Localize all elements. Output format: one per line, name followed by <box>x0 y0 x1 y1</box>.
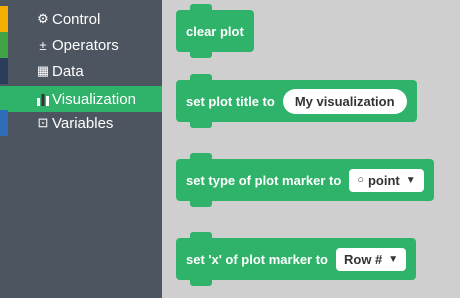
chevron-down-icon: ▼ <box>405 174 416 186</box>
dropdown-value: Row # <box>344 251 383 267</box>
marker-x-dropdown[interactable]: Row # ▼ <box>336 247 407 271</box>
category-color-stripe <box>0 6 8 32</box>
block-connector <box>190 4 212 12</box>
block-text: clear plot <box>186 23 244 39</box>
category-color-stripe <box>0 86 8 112</box>
block-connector <box>190 74 212 82</box>
category-color-stripe <box>0 110 8 136</box>
plus-minus-icon: ± <box>39 37 47 53</box>
category-label: Visualization <box>52 90 136 108</box>
block-connector <box>190 120 212 128</box>
category-sidebar: ⚙ Control ± Operators ▦ Data Visualizati… <box>0 0 162 298</box>
category-label: Operators <box>52 36 119 54</box>
category-operators[interactable]: ± Operators <box>0 32 162 58</box>
block-connector <box>190 50 212 58</box>
chevron-down-icon: ▼ <box>388 253 399 265</box>
category-variables[interactable]: ⊡ Variables <box>0 110 162 136</box>
marker-type-dropdown[interactable]: ○ point ▼ <box>349 168 424 192</box>
category-color-stripe <box>0 58 8 84</box>
bar-chart-icon <box>36 92 50 106</box>
block-text: set 'x' of plot marker to <box>186 251 328 267</box>
gear-icon: ⚙ <box>37 11 49 26</box>
table-icon: ▦ <box>36 63 50 78</box>
category-label: Variables <box>52 114 114 132</box>
plot-title-input[interactable]: My visualization <box>282 88 407 114</box>
category-label: Control <box>52 10 101 28</box>
category-label: Data <box>52 62 84 80</box>
variable-box-icon: ⊡ <box>37 115 49 130</box>
set-plot-title-block[interactable]: set plot title to My visualization <box>176 74 417 128</box>
block-palette: clear plot set plot title to My visualiz… <box>162 0 460 298</box>
category-color-stripe <box>0 32 8 58</box>
category-data[interactable]: ▦ Data <box>0 58 162 84</box>
block-text: set type of plot marker to <box>186 172 342 188</box>
set-marker-x-block[interactable]: set 'x' of plot marker to Row # ▼ <box>176 232 417 286</box>
clear-plot-block[interactable]: clear plot <box>176 4 254 58</box>
dropdown-value: point <box>367 172 400 188</box>
block-connector <box>190 232 212 240</box>
block-connector <box>190 278 212 286</box>
block-connector <box>190 199 212 207</box>
category-control[interactable]: ⚙ Control <box>0 6 162 32</box>
circle-marker-icon: ○ <box>357 174 364 186</box>
category-visualization[interactable]: Visualization <box>0 86 162 112</box>
block-connector <box>190 153 212 161</box>
set-marker-type-block[interactable]: set type of plot marker to ○ point ▼ <box>176 153 434 207</box>
block-text: set plot title to <box>186 93 275 109</box>
